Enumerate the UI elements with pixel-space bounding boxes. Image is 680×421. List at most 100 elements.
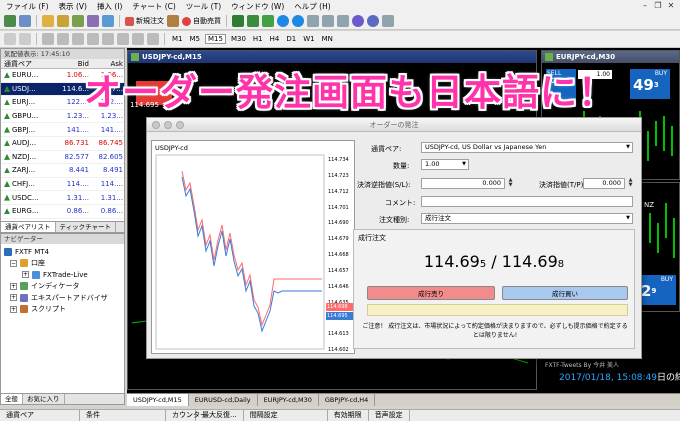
tab-favorites[interactable]: お気に入り xyxy=(23,394,65,404)
comment-field[interactable] xyxy=(421,196,633,207)
expand-icon[interactable]: + xyxy=(10,294,17,302)
tab-symbols[interactable]: 通貨ペアリスト xyxy=(1,222,56,232)
tab-usdjpy-m15[interactable]: USDJPY-cd,M15 xyxy=(127,394,189,406)
cursor-icon[interactable] xyxy=(4,33,16,45)
menu-insert[interactable]: 挿入 (I) xyxy=(97,1,122,12)
collapse-icon[interactable]: − xyxy=(10,259,17,267)
menu-help[interactable]: ヘルプ (H) xyxy=(294,1,330,12)
market-watch-row[interactable]: EURG... 0.86... 0.86... xyxy=(1,205,124,219)
market-watch-row[interactable]: GBPJ... 141.... 141.... xyxy=(1,123,124,137)
nav-account-item[interactable]: + FXTrade-Live xyxy=(4,269,121,281)
close-icon[interactable] xyxy=(152,121,160,129)
datetime-suffix: 日の終 xyxy=(657,373,680,383)
timeframe-w1[interactable]: W1 xyxy=(301,35,316,43)
terminal-icon[interactable] xyxy=(87,15,99,27)
expand-icon[interactable]: + xyxy=(10,282,17,290)
periods-icon[interactable] xyxy=(367,15,379,27)
indicators-icon[interactable] xyxy=(352,15,364,27)
profiles-icon[interactable] xyxy=(19,15,31,27)
order-type-select[interactable]: 成行注文 xyxy=(421,213,633,224)
text-icon[interactable] xyxy=(117,33,129,45)
candlestick-icon[interactable] xyxy=(247,15,259,27)
menu-file[interactable]: ファイル (F) xyxy=(6,1,49,12)
nav-scripts[interactable]: + スクリプト xyxy=(4,304,121,316)
new-order-button[interactable]: 新規注文 xyxy=(125,16,164,26)
zoom-out-icon[interactable] xyxy=(292,15,304,27)
data-window-icon[interactable] xyxy=(57,15,69,27)
timeframe-mn[interactable]: MN xyxy=(320,35,335,43)
nav-indicators[interactable]: + インディケータ xyxy=(4,281,121,293)
tp-field[interactable]: 0.000 xyxy=(583,178,625,189)
bar-chart-icon[interactable] xyxy=(232,15,244,27)
tp-spinner[interactable]: ▲ ▼ xyxy=(627,178,634,189)
menu-chart[interactable]: チャート (C) xyxy=(132,1,175,12)
timeframe-h1[interactable]: H1 xyxy=(251,35,265,43)
label-icon[interactable] xyxy=(132,33,144,45)
close-icon[interactable]: ✕ xyxy=(666,1,676,11)
separator xyxy=(36,33,37,45)
strategy-tester-icon[interactable] xyxy=(102,15,114,27)
market-watch-row[interactable]: NZDJ... 82.577 82.605 xyxy=(1,151,124,165)
timeframe-m30[interactable]: M30 xyxy=(229,35,248,43)
column-symbol[interactable]: 通貨ペア xyxy=(1,59,53,68)
line-chart-icon[interactable] xyxy=(262,15,274,27)
zoom-in-icon[interactable] xyxy=(277,15,289,27)
nzd-buy-panel[interactable]: BUY 29 xyxy=(638,275,676,305)
market-watch-row[interactable]: USDC... 1.31... 1.31... xyxy=(1,191,124,205)
market-watch-tabs: 通貨ペアリスト ティックチャート xyxy=(1,221,124,232)
sl-field[interactable]: 0.000 xyxy=(421,178,505,189)
timeframe-h4[interactable]: H4 xyxy=(268,35,282,43)
templates-icon[interactable] xyxy=(382,15,394,27)
eurjpy-buy-panel[interactable]: BUY 493 xyxy=(630,69,670,99)
menu-view[interactable]: 表示 (V) xyxy=(59,1,87,12)
market-watch-row[interactable]: CHFJ... 114.... 114.... xyxy=(1,178,124,192)
new-chart-icon[interactable] xyxy=(4,15,16,27)
sell-by-market-button[interactable]: 成行売り xyxy=(367,286,495,300)
tab-gbpjpy-h4[interactable]: GBPJPY-cd,H4 xyxy=(319,394,376,406)
menu-window[interactable]: ウィンドウ (W) xyxy=(231,1,284,12)
minimize-icon[interactable]: – xyxy=(640,1,650,11)
tab-tick-chart[interactable]: ティックチャート xyxy=(56,222,117,232)
comment-label: コメント: xyxy=(385,199,416,207)
menu-tools[interactable]: ツール (T) xyxy=(186,1,221,12)
timeframe-m5[interactable]: M5 xyxy=(188,35,203,43)
nav-experts[interactable]: + エキスパートアドバイザ xyxy=(4,292,121,304)
symbol-select[interactable]: USDJPY-cd, US Dollar vs Japanese Yen xyxy=(421,142,633,153)
auto-scroll-icon[interactable] xyxy=(322,15,334,27)
row-bid: 141.... xyxy=(66,125,89,134)
timeframe-m15[interactable]: M15 xyxy=(205,34,226,44)
tab-general[interactable]: 全般 xyxy=(1,394,23,404)
sl-spinner[interactable]: ▲ ▼ xyxy=(507,178,514,189)
buy-by-market-button[interactable]: 成行買い xyxy=(502,286,628,300)
auto-trading-button[interactable]: 自動売買 xyxy=(182,16,221,26)
arrows-icon[interactable] xyxy=(147,33,159,45)
tp-label: 決済指値(T/P): xyxy=(539,181,586,189)
market-watch-row[interactable]: ZARJ... 8.441 8.491 xyxy=(1,164,124,178)
expand-icon[interactable]: + xyxy=(10,305,17,313)
chart-shift-icon[interactable] xyxy=(337,15,349,27)
meta-editor-icon[interactable] xyxy=(167,15,179,27)
minimize-icon[interactable] xyxy=(164,121,172,129)
timeframe-d1[interactable]: D1 xyxy=(284,35,298,43)
horizontal-line-icon[interactable] xyxy=(57,33,69,45)
crosshair-icon[interactable] xyxy=(19,33,31,45)
status-interval: 間隔設定 xyxy=(244,410,328,421)
channel-icon[interactable] xyxy=(87,33,99,45)
order-dialog-titlebar[interactable]: オーダーの発注 xyxy=(147,118,641,132)
timeframe-m1[interactable]: M1 xyxy=(170,35,185,43)
nav-accounts[interactable]: − 口座 xyxy=(4,258,121,270)
nav-root[interactable]: FXTF MT4 xyxy=(4,246,121,258)
tab-eurjpy-m30[interactable]: EURJPY-cd,M30 xyxy=(258,394,319,406)
vertical-line-icon[interactable] xyxy=(42,33,54,45)
navigator-icon[interactable] xyxy=(72,15,84,27)
restore-icon[interactable]: ❐ xyxy=(653,1,663,11)
market-watch-icon[interactable] xyxy=(42,15,54,27)
tile-windows-icon[interactable] xyxy=(307,15,319,27)
expand-icon[interactable]: + xyxy=(22,271,29,279)
trend-line-icon[interactable] xyxy=(72,33,84,45)
zoom-icon[interactable] xyxy=(176,121,184,129)
tab-eurusd-daily[interactable]: EURUSD-cd,Daily xyxy=(189,394,258,406)
market-watch-row[interactable]: AUDJ... 86.731 86.745 xyxy=(1,137,124,151)
volume-field[interactable]: 1.00 xyxy=(421,159,469,170)
fibonacci-icon[interactable] xyxy=(102,33,114,45)
